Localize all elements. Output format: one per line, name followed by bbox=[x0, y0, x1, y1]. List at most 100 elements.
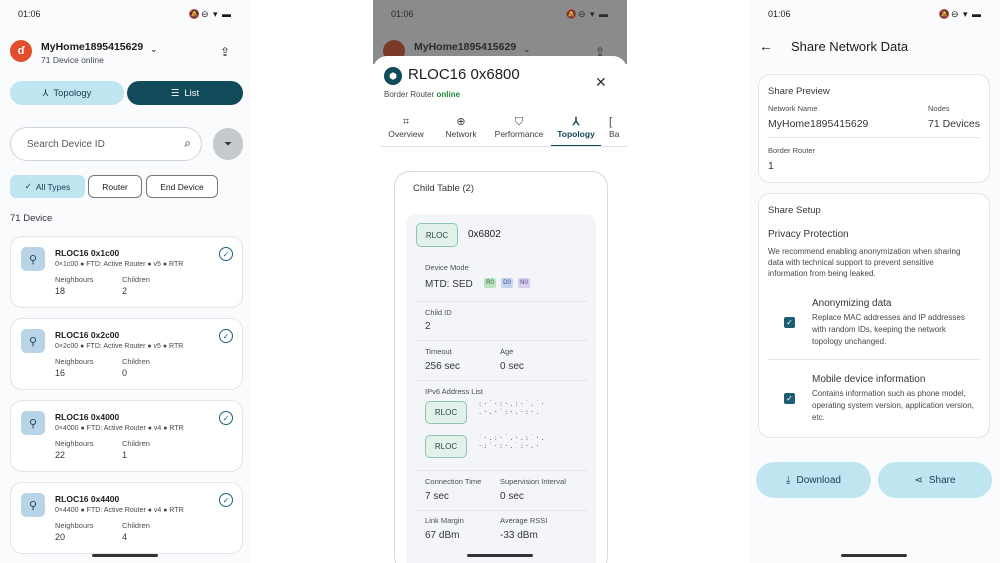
child-entry: RLOC 0x6802 Device Mode MTD: SED R0 D0 N… bbox=[406, 214, 596, 563]
download-icon: ⤓ bbox=[786, 474, 791, 486]
connection-time-value: 7 sec bbox=[425, 491, 449, 502]
child-rloc: 0x6802 bbox=[468, 229, 501, 240]
border-router-value: 1 bbox=[768, 160, 774, 172]
ba-icon: [ bbox=[609, 116, 613, 128]
divider bbox=[414, 470, 588, 471]
tab-performance[interactable]: ⛉ Performance bbox=[490, 115, 548, 147]
device-subtitle: 0×4400 ● FTD: Active Router ● v4 ● RTR bbox=[55, 507, 184, 514]
device-count: 71 Device bbox=[10, 213, 53, 224]
mode-flag-r: R0 bbox=[484, 278, 496, 288]
router-icon: ⚲ bbox=[21, 411, 45, 435]
status-icons: 🔕⊖ ▾ ▬ bbox=[565, 9, 609, 19]
divider bbox=[414, 510, 588, 511]
tab-label: Performance bbox=[494, 129, 544, 139]
status-time: 01:06 bbox=[391, 9, 414, 19]
close-icon[interactable]: ✕ bbox=[595, 74, 607, 91]
chevron-down-icon[interactable]: ⌄ bbox=[150, 44, 158, 55]
mobile-info-title: Mobile device information bbox=[812, 374, 926, 385]
network-name-label: Network Name bbox=[768, 104, 818, 113]
device-mode-value: MTD: SED bbox=[425, 279, 473, 290]
router-icon: ⚲ bbox=[21, 247, 45, 271]
connection-time-label: Connection Time bbox=[425, 477, 482, 486]
network-name[interactable]: MyHome1895415629 bbox=[41, 41, 143, 53]
filter-button[interactable]: ⏷ bbox=[213, 128, 243, 160]
topology-icon: ⅄ bbox=[572, 116, 580, 128]
filter-all-types[interactable]: ✓ All Types bbox=[10, 175, 85, 198]
neighbours-label: Neighbours bbox=[55, 357, 94, 366]
neighbours-value: 22 bbox=[55, 450, 66, 460]
download-button[interactable]: ⤓ Download bbox=[756, 462, 871, 498]
search-placeholder: Search Device ID bbox=[27, 139, 105, 150]
link-margin-label: Link Margin bbox=[425, 516, 464, 525]
divider bbox=[768, 359, 980, 360]
network-name: MyHome1895415629 bbox=[414, 41, 517, 53]
home-indicator[interactable] bbox=[467, 554, 533, 557]
nodes-value: 71 Devices bbox=[928, 118, 980, 130]
device-card[interactable]: ⚲ RLOC16 0x4000 0×4000 ● FTD: Active Rou… bbox=[10, 400, 243, 472]
search-icon[interactable]: ⌕ bbox=[184, 136, 191, 151]
status-bar: 01:06 🔕⊖ ▾ ▬ bbox=[768, 9, 982, 21]
child-table-card: Child Table (2) RLOC 0x6802 Device Mode … bbox=[394, 171, 608, 563]
tab-topology[interactable]: ⅄ Topology bbox=[551, 115, 601, 147]
share-setup-card: Share Setup Privacy Protection We recomm… bbox=[758, 193, 990, 438]
globe-icon: ⊕ bbox=[456, 116, 466, 128]
tab-ba[interactable]: [ Ba bbox=[609, 115, 627, 147]
device-subtitle: 0×2c00 ● FTD: Active Router ● v5 ● RTR bbox=[55, 343, 184, 350]
anonymize-text: Replace MAC addresses and IP addresses w… bbox=[812, 313, 965, 346]
age-value: 0 sec bbox=[500, 361, 524, 372]
status-bar: 01:06 🔕⊖ ▾ ▬ bbox=[391, 9, 609, 21]
search-input[interactable]: Search Device ID ⌕ bbox=[10, 127, 202, 161]
network-avatar[interactable]: ɗ bbox=[10, 40, 32, 62]
device-subtitle: 0×1c00 ● FTD: Active Router ● v5 ● RTR bbox=[55, 261, 184, 268]
filter-end-label: End Device bbox=[160, 181, 204, 192]
children-label: Children bbox=[122, 439, 150, 448]
anonymize-checkbox[interactable]: ✓ bbox=[784, 317, 795, 328]
home-indicator[interactable] bbox=[92, 554, 158, 557]
mobile-info-checkbox[interactable]: ✓ bbox=[784, 393, 795, 404]
tab-list[interactable]: ☰ List bbox=[127, 81, 243, 105]
list-icon: ☰ bbox=[170, 87, 180, 99]
border-router-label: Border Router bbox=[768, 146, 816, 155]
ipv6-label: IPv6 Address List bbox=[425, 387, 483, 396]
tab-topology[interactable]: ⅄ Topology bbox=[10, 81, 124, 105]
verified-icon: ✓ bbox=[219, 329, 233, 343]
device-mode-label: Device Mode bbox=[425, 263, 469, 272]
device-title: RLOC16 0x1c00 bbox=[55, 248, 120, 258]
setup-title: Share Setup bbox=[768, 205, 821, 216]
back-arrow-icon[interactable]: ← bbox=[759, 38, 773, 54]
device-detail-screen: 01:06 🔕⊖ ▾ ▬ MyHome1895415629 ⌄ ⇪ ⬢ RLOC… bbox=[373, 0, 627, 563]
share-icon[interactable]: ⇪ bbox=[220, 45, 230, 59]
router-icon: ⚲ bbox=[21, 493, 45, 517]
share-button[interactable]: ⋖ Share bbox=[878, 462, 992, 498]
device-card[interactable]: ⚲ RLOC16 0x1c00 0×1c00 ● FTD: Active Rou… bbox=[10, 236, 243, 308]
role-label: Border Router bbox=[384, 90, 435, 99]
topology-icon: ⅄ bbox=[42, 87, 49, 99]
tab-overview[interactable]: ⌗ Overview bbox=[381, 115, 431, 147]
device-card[interactable]: ⚲ RLOC16 0x4400 0×4400 ● FTD: Active Rou… bbox=[10, 482, 243, 554]
filter-router-label: Router bbox=[102, 181, 128, 192]
divider bbox=[414, 340, 588, 341]
home-indicator[interactable] bbox=[841, 554, 907, 557]
scrim[interactable]: 01:06 🔕⊖ ▾ ▬ MyHome1895415629 ⌄ ⇪ bbox=[373, 0, 627, 64]
children-label: Children bbox=[122, 275, 150, 284]
tab-network[interactable]: ⊕ Network bbox=[439, 115, 483, 147]
link-margin-value: 67 dBm bbox=[425, 530, 460, 541]
tab-divider bbox=[381, 146, 627, 147]
verified-icon: ✓ bbox=[219, 411, 233, 425]
device-subtitle: 0×4000 ● FTD: Active Router ● v4 ● RTR bbox=[55, 425, 184, 432]
ipv6-address-blurred: :·˙·:·.:·˙.˙· .·.·˙:·.·:·. bbox=[478, 400, 546, 416]
device-online-count: 71 Device online bbox=[41, 55, 104, 65]
share-icon: ⋖ bbox=[914, 474, 923, 486]
device-title: RLOC16 0x4400 bbox=[55, 494, 120, 504]
filter-end-device[interactable]: End Device bbox=[146, 175, 218, 198]
privacy-title: Privacy Protection bbox=[768, 229, 849, 240]
shield-icon: ⛉ bbox=[514, 116, 524, 128]
filter-router[interactable]: Router bbox=[88, 175, 142, 198]
child-id-value: 2 bbox=[425, 321, 431, 332]
verified-icon: ✓ bbox=[219, 247, 233, 261]
divider bbox=[414, 380, 588, 381]
device-card[interactable]: ⚲ RLOC16 0x2c00 0×2c00 ● FTD: Active Rou… bbox=[10, 318, 243, 390]
rloc-tag: RLOC bbox=[425, 435, 467, 458]
tab-label: Ba bbox=[609, 129, 620, 139]
mode-flag-d: D0 bbox=[501, 278, 513, 288]
